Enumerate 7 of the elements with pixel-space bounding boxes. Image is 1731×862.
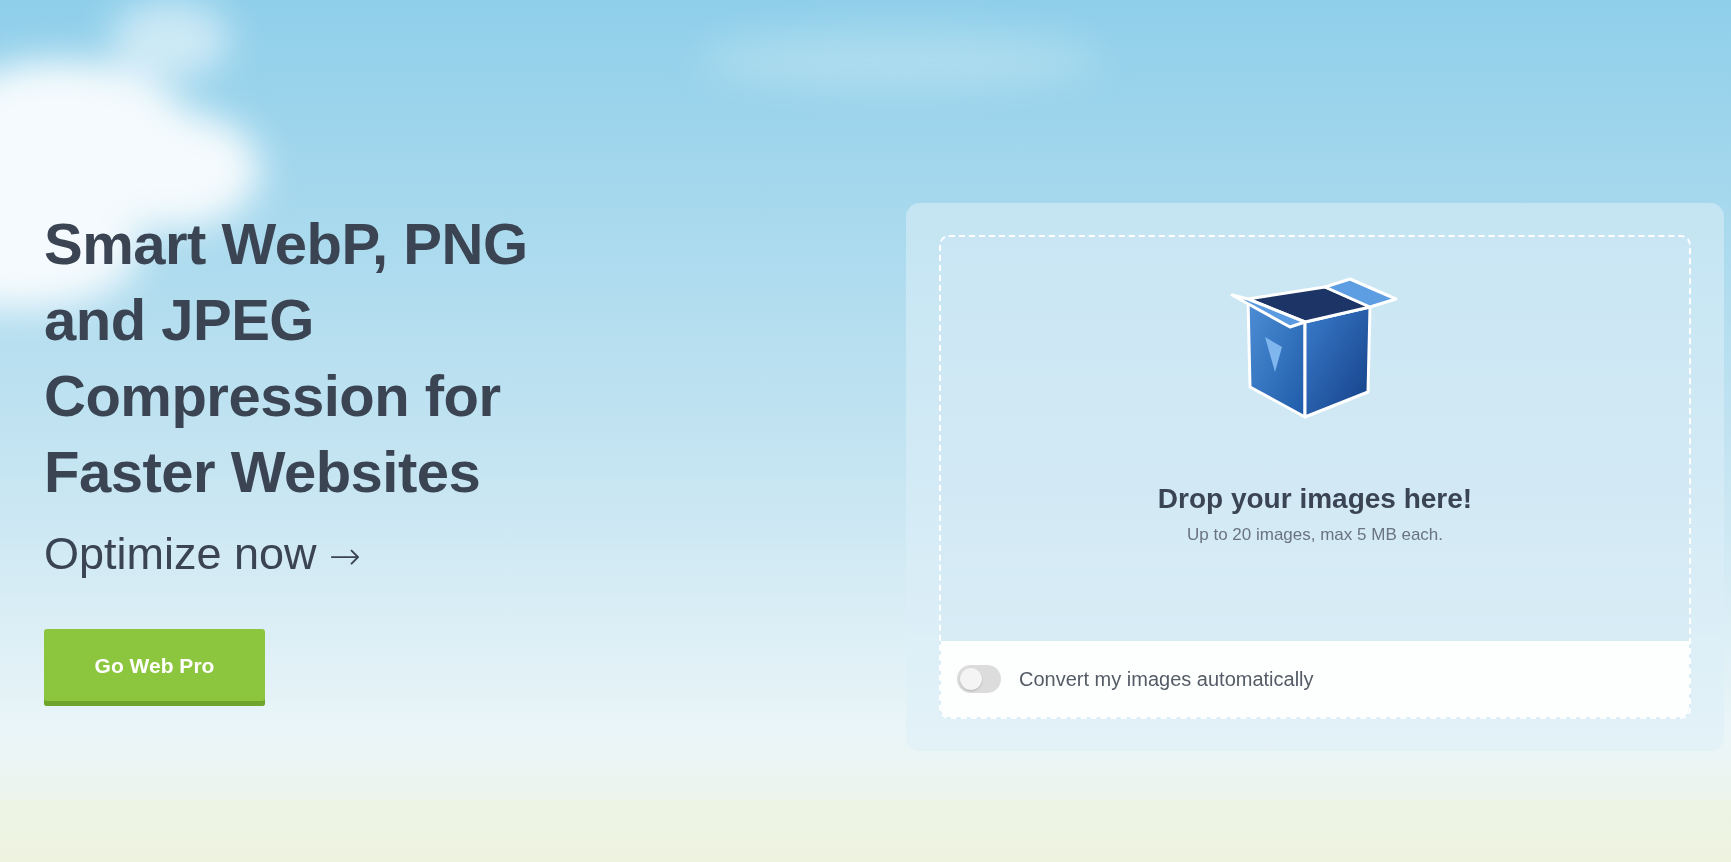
drop-title: Drop your images here! (1157, 483, 1473, 515)
hero-heading: Smart WebP, PNG and JPEG Compression for Faster Websites (44, 210, 529, 506)
drop-subtitle: Up to 20 images, max 5 MB each. (1186, 525, 1444, 545)
optimize-link[interactable]: Optimize now → (44, 524, 361, 586)
toggle-switch[interactable] (957, 665, 1001, 693)
drop-zone[interactable]: Drop your images here! Up to 20 images, max 5 MB each. Convert my images automatically (939, 235, 1691, 719)
toggle-label: Convert my images automatically (1019, 667, 1314, 691)
